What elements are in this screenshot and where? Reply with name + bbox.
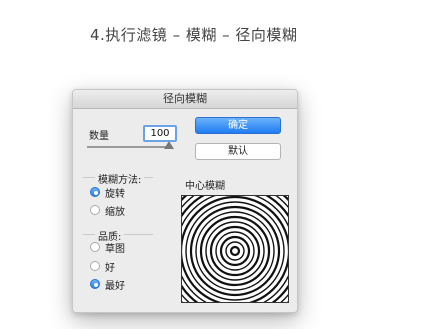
blur-ring (205, 221, 265, 281)
radio-good-button[interactable] (90, 261, 100, 271)
radial-blur-dialog: 径向模糊 数量 确定 默认 模糊方法: 旋转 缩放 品质: 草图 好 (72, 89, 298, 313)
ok-button[interactable]: 确定 (195, 117, 281, 134)
blur-ring (219, 235, 251, 267)
amount-slider-thumb[interactable] (164, 141, 174, 149)
step-title: 4.执行滤镜 – 模糊 – 径向模糊 (90, 26, 298, 44)
radio-spin-label: 旋转 (105, 188, 125, 200)
blur-ring (195, 211, 275, 291)
radio-best-button[interactable] (90, 279, 100, 289)
radio-zoom-label: 缩放 (105, 206, 125, 218)
blur-ring (179, 195, 291, 307)
amount-slider-track[interactable] (87, 146, 169, 148)
blur-ring (225, 241, 245, 261)
radio-zoom-button[interactable] (90, 205, 100, 215)
radio-draft-label: 草图 (105, 243, 125, 255)
dialog-title: 径向模糊 (73, 90, 297, 109)
radio-good-label: 好 (105, 262, 115, 274)
radio-good[interactable]: 好 (90, 259, 115, 274)
radio-spin[interactable]: 旋转 (90, 185, 125, 200)
blur-ring (209, 225, 261, 277)
radio-draft-button[interactable] (90, 242, 100, 252)
radio-zoom[interactable]: 缩放 (90, 203, 125, 218)
blur-ring (189, 205, 281, 297)
blur-center-label: 中心模糊 (185, 181, 225, 192)
radio-spin-button[interactable] (90, 187, 100, 197)
default-button[interactable]: 默认 (195, 143, 281, 160)
blur-center-preview[interactable] (159, 175, 297, 312)
blur-ring (229, 245, 241, 257)
radio-draft[interactable]: 草图 (90, 240, 125, 255)
radio-best[interactable]: 最好 (90, 277, 125, 292)
blur-center-rings (159, 175, 297, 312)
amount-label: 数量 (89, 131, 109, 142)
amount-input[interactable] (143, 125, 177, 142)
screenshot-stage: 4.执行滤镜 – 模糊 – 径向模糊 径向模糊 数量 确定 默认 模糊方法: 旋… (0, 0, 428, 329)
radio-best-label: 最好 (105, 280, 125, 292)
